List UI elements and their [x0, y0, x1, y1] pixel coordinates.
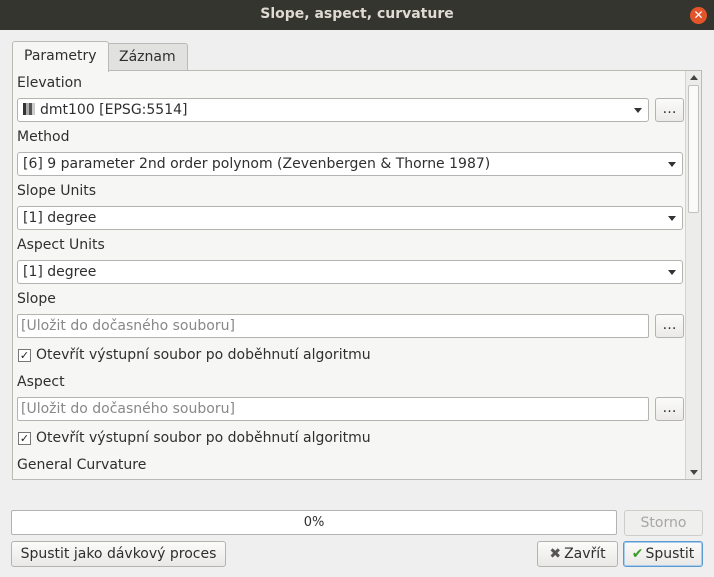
- slope-units-label: Slope Units: [17, 183, 97, 199]
- scroll-down-icon[interactable]: [690, 470, 698, 475]
- progress-bar: 0%: [11, 510, 617, 535]
- elevation-browse-button[interactable]: …: [655, 98, 684, 122]
- slope-units-value: [1] degree: [23, 210, 97, 226]
- elevation-value: dmt100 [EPSG:5514]: [40, 102, 188, 118]
- close-x-icon: ✖: [549, 546, 562, 562]
- elevation-select[interactable]: dmt100 [EPSG:5514]: [17, 98, 649, 122]
- slope-label: Slope: [17, 291, 56, 307]
- slope-open-output-checkbox[interactable]: ✓ Otevřít výstupní soubor po doběhnutí a…: [18, 347, 371, 363]
- vertical-scrollbar[interactable]: [685, 71, 701, 479]
- aspect-open-output-label: Otevřít výstupní soubor po doběhnutí alg…: [36, 430, 371, 446]
- close-button[interactable]: ✖ Zavřít: [537, 541, 618, 567]
- checkbox-checked-icon: ✓: [18, 431, 31, 445]
- scrollbar-thumb[interactable]: [688, 85, 699, 213]
- aspect-label: Aspect: [17, 374, 65, 390]
- aspect-open-output-checkbox[interactable]: ✓ Otevřít výstupní soubor po doběhnutí a…: [18, 430, 371, 446]
- aspect-browse-button[interactable]: …: [655, 397, 684, 421]
- title-bar: Slope, aspect, curvature ✕: [0, 0, 714, 30]
- elevation-label: Elevation: [17, 75, 83, 91]
- parameters-panel: Elevation dmt100 [EPSG:5514] … Method [6…: [12, 70, 702, 480]
- progress-text: 0%: [303, 515, 325, 530]
- run-button[interactable]: ✔ Spustit: [623, 541, 703, 567]
- general-curvature-label: General Curvature: [17, 457, 147, 473]
- method-value: [6] 9 parameter 2nd order polynom (Zeven…: [23, 156, 491, 172]
- chevron-down-icon: [634, 108, 642, 113]
- close-window-button[interactable]: ✕: [690, 7, 707, 24]
- chevron-down-icon: [668, 270, 676, 275]
- raster-layer-icon: [23, 103, 35, 115]
- chevron-down-icon: [668, 162, 676, 167]
- method-select[interactable]: [6] 9 parameter 2nd order polynom (Zeven…: [17, 152, 683, 176]
- scroll-up-icon[interactable]: [690, 75, 698, 80]
- aspect-units-select[interactable]: [1] degree: [17, 260, 683, 284]
- slope-open-output-label: Otevřít výstupní soubor po doběhnutí alg…: [36, 347, 371, 363]
- checkbox-checked-icon: ✓: [18, 348, 31, 362]
- chevron-down-icon: [668, 216, 676, 221]
- slope-output-field[interactable]: [Uložit do dočasného souboru]: [17, 314, 649, 338]
- slope-units-select[interactable]: [1] degree: [17, 206, 683, 230]
- aspect-output-field[interactable]: [Uložit do dočasného souboru]: [17, 397, 649, 421]
- window-title: Slope, aspect, curvature: [260, 6, 454, 22]
- batch-process-button[interactable]: Spustit jako dávkový proces: [11, 541, 226, 567]
- aspect-units-value: [1] degree: [23, 264, 97, 280]
- slope-browse-button[interactable]: …: [655, 314, 684, 338]
- aspect-units-label: Aspect Units: [17, 237, 105, 253]
- method-label: Method: [17, 129, 70, 145]
- checkmark-icon: ✔: [631, 546, 644, 562]
- dialog-body: Parametry Záznam Elevation dmt100 [EPSG:…: [0, 30, 714, 577]
- tab-zaznam[interactable]: Záznam: [107, 43, 188, 70]
- tab-parametry[interactable]: Parametry: [12, 41, 109, 72]
- close-button-label: Zavřít: [564, 546, 606, 562]
- run-button-label: Spustit: [645, 546, 695, 562]
- cancel-button[interactable]: Storno: [624, 510, 703, 536]
